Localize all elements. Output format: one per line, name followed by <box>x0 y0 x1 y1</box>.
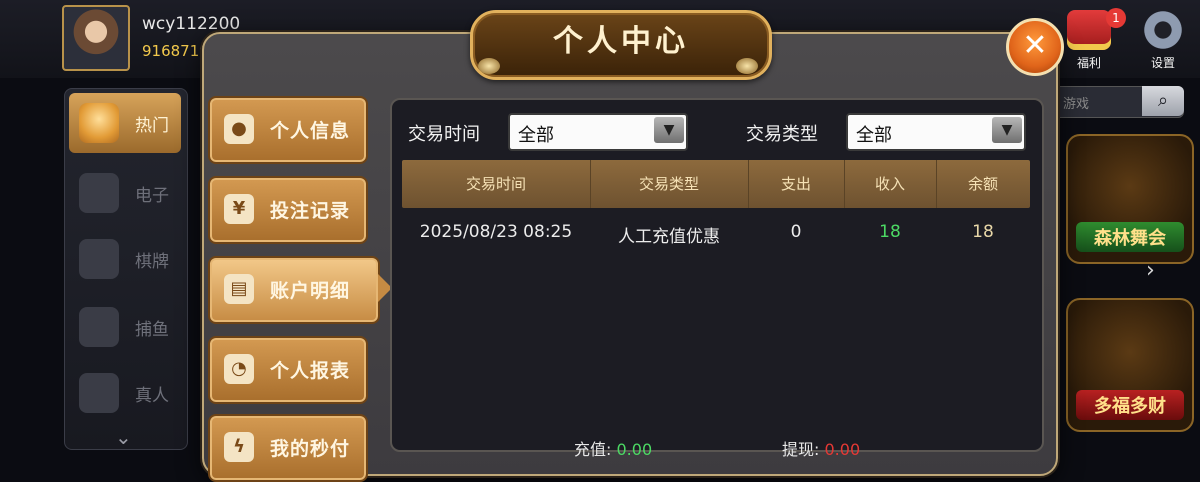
modal-title: 个人中心 <box>470 10 772 80</box>
withdraw-label: 提现: <box>782 440 820 459</box>
cell-time: 2025/08/23 08:25 <box>419 222 573 242</box>
bolt-icon: ϟ <box>224 432 254 462</box>
pie-chart-icon: ◔ <box>224 354 254 384</box>
sidebar-item-label: 热门 <box>135 116 169 136</box>
tab-personal-report[interactable]: ◔ 个人报表 <box>208 336 368 404</box>
promo-banner-forest-party[interactable]: 森林舞会 <box>1066 134 1194 264</box>
cell-type: 人工充值优惠 <box>618 227 720 247</box>
recharge-value: 0.00 <box>616 440 653 459</box>
search-input[interactable]: 游戏 ⌕ <box>1054 86 1184 118</box>
avatar[interactable] <box>62 5 130 71</box>
gift-icon <box>1067 10 1111 50</box>
type-filter-value: 全部 <box>856 125 892 146</box>
sidebar-item-label: 真人 <box>135 386 169 406</box>
sidebar-item-live[interactable]: 真人 <box>69 363 181 423</box>
close-button[interactable]: ✕ <box>1006 18 1064 76</box>
username: wcy112200 <box>142 14 241 34</box>
sidebar-item-hot[interactable]: 热门 <box>69 93 181 153</box>
close-icon: ✕ <box>1022 28 1048 63</box>
settings-label: 设置 <box>1150 56 1175 70</box>
type-filter-select[interactable]: 全部 ▼ <box>846 113 1026 151</box>
welfare-label: 福利 <box>1076 56 1101 70</box>
sidebar-item-fishing[interactable]: 捕鱼 <box>69 297 181 357</box>
tab-bet-records[interactable]: ¥ 投注记录 <box>208 176 368 244</box>
sidebar-item-label: 捕鱼 <box>135 320 169 340</box>
tab-label: 账户明细 <box>270 280 351 302</box>
promo-caption: 多福多财 <box>1076 390 1184 420</box>
document-search-icon: ▤ <box>224 274 254 304</box>
sidebar-item-cards[interactable]: 棋牌 <box>69 229 181 289</box>
column-header-balance: 余额 <box>967 175 998 193</box>
promo-banner-fortune[interactable]: 多福多财 <box>1066 298 1194 432</box>
account-details-panel <box>390 98 1044 452</box>
sidebar-item-label: 电子 <box>135 186 169 206</box>
cell-income: 18 <box>879 222 901 242</box>
cell-expense: 0 <box>790 222 802 242</box>
tab-instant-pay[interactable]: ϟ 我的秒付 <box>208 414 368 482</box>
recharge-label: 充值: <box>574 440 612 459</box>
settings-button[interactable]: 设置 <box>1136 10 1190 72</box>
card-icon <box>79 239 119 279</box>
type-filter-label: 交易类型 <box>746 124 818 145</box>
column-header-time: 交易时间 <box>402 160 591 208</box>
column-header-income: 收入 <box>844 160 937 208</box>
sidebar-item-label: 棋牌 <box>135 252 169 272</box>
cell-balance: 18 <box>972 222 994 242</box>
tab-personal-info[interactable]: ● 个人信息 <box>208 96 368 164</box>
chevron-down-icon: ▼ <box>992 117 1022 143</box>
chevron-right-icon[interactable]: › <box>1146 258 1155 283</box>
search-icon[interactable]: ⌕ <box>1142 86 1184 116</box>
sidebar-item-slots[interactable]: 电子 <box>69 163 181 223</box>
table-header: 交易时间 交易类型 支出 收入 余额 <box>402 160 1030 208</box>
time-filter-select[interactable]: 全部 ▼ <box>508 113 688 151</box>
tab-label: 投注记录 <box>270 200 351 222</box>
search-placeholder: 游戏 <box>1063 97 1090 112</box>
tab-account-details[interactable]: ▤ 账户明细 <box>208 256 392 324</box>
ticket-icon: ¥ <box>224 194 254 224</box>
notification-badge: 1 <box>1106 8 1126 28</box>
chevron-down-icon: ▼ <box>654 117 684 143</box>
hot-icon <box>79 103 119 143</box>
column-header-type: 交易类型 <box>590 160 749 208</box>
game-category-sidebar: 热门 电子 棋牌 捕鱼 真人 ⌄ <box>64 88 188 450</box>
gear-icon <box>1141 10 1185 50</box>
dealer-icon <box>79 373 119 413</box>
tab-label: 个人报表 <box>270 360 351 382</box>
title-bolt-icon <box>478 58 500 74</box>
column-header-expense: 支出 <box>748 160 845 208</box>
chevron-down-icon[interactable]: ⌄ <box>115 425 132 449</box>
time-filter-label: 交易时间 <box>408 124 480 145</box>
slot-machine-icon <box>79 173 119 213</box>
withdraw-summary: 提现: 0.00 <box>782 436 860 460</box>
fish-icon <box>79 307 119 347</box>
tab-label: 个人信息 <box>270 120 351 142</box>
promo-caption: 森林舞会 <box>1076 222 1184 252</box>
welfare-button[interactable]: 1 福利 <box>1062 8 1126 72</box>
time-filter-value: 全部 <box>518 125 554 146</box>
recharge-summary: 充值: 0.00 <box>574 436 652 460</box>
user-icon: ● <box>224 114 254 144</box>
title-bolt-icon <box>736 58 758 74</box>
withdraw-value: 0.00 <box>824 440 861 459</box>
